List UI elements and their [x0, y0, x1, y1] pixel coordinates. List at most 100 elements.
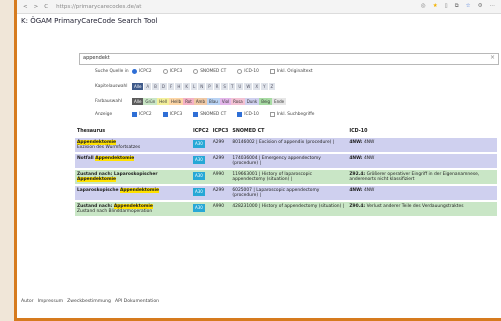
table-row[interactable]: Zustand nach: Laparoskopischer Appendekt… — [75, 168, 497, 185]
footer-link-author[interactable]: Autor — [21, 299, 34, 304]
chapter-button[interactable]: Y — [261, 83, 269, 90]
chapter-button[interactable]: S — [221, 83, 229, 90]
checkbox-icon[interactable] — [237, 112, 243, 117]
checkbox-icon[interactable] — [132, 112, 137, 117]
source-option-snomed[interactable]: SNOMED CT — [193, 69, 226, 74]
tabs-icon[interactable]: ⧉ — [455, 3, 459, 10]
address-bar[interactable]: https://primarycarecodes.de/at — [56, 4, 421, 10]
chapter-button[interactable]: H — [175, 83, 184, 90]
chapter-button[interactable]: F — [168, 83, 176, 90]
display-option-icpc3[interactable]: ICPC3 — [162, 112, 183, 117]
search-input-value: appendekt — [83, 55, 110, 61]
chapter-button[interactable]: D — [159, 83, 169, 90]
color-button[interactable]: Ende — [272, 98, 287, 105]
icpc2-code-badge[interactable]: A30 — [193, 140, 205, 148]
cell-icd10: 4NW: 4NW — [347, 184, 497, 201]
term-highlight: Appendektomie — [95, 156, 135, 161]
table-row[interactable]: Notfall Appendektomie A30 A299 174036004 | … — [75, 152, 497, 169]
table-row[interactable]: Laparoskopische Appendektomie A30 A299 6025… — [75, 184, 497, 201]
footer-link-api-docs[interactable]: API Dokumentation — [115, 299, 159, 304]
chapter-button[interactable]: B — [152, 83, 160, 90]
term-title: Notfall Appendektomie — [77, 156, 135, 161]
table-row[interactable]: Zustand nach: Appendektomie Zustand nach … — [75, 200, 497, 216]
icpc2-code-badge[interactable]: A30 — [193, 172, 205, 180]
chapter-button[interactable]: U — [236, 83, 245, 90]
chapter-button[interactable]: P — [206, 83, 214, 90]
checkbox-icon[interactable] — [269, 112, 275, 117]
sidebar-icon[interactable]: ▯ — [445, 3, 448, 10]
menu-icon[interactable]: ⋯ — [490, 3, 496, 10]
footer-link-purpose[interactable]: Zweckbestimmung — [67, 299, 111, 304]
icpc2-code-badge[interactable]: A30 — [193, 156, 205, 164]
chapter-button[interactable]: L — [190, 83, 199, 90]
chapter-button[interactable]: W — [244, 83, 254, 90]
cell-icpc3: A990 — [210, 200, 231, 216]
chapter-button[interactable]: A — [144, 83, 153, 90]
back-icon[interactable]: < — [23, 4, 28, 10]
color-button[interactable]: Amb — [193, 98, 207, 105]
color-button[interactable]: Hell — [157, 98, 169, 105]
chapter-button[interactable]: Z — [268, 83, 277, 90]
footer-link-imprint[interactable]: Impressum — [38, 299, 64, 304]
color-button[interactable]: Rot — [183, 98, 194, 105]
icpc2-code-badge[interactable]: A30 — [193, 188, 205, 196]
checkbox-icon[interactable] — [193, 112, 199, 117]
color-button[interactable]: Dunk — [244, 98, 260, 105]
source-option-icpc2[interactable]: ICPC2 — [132, 69, 152, 74]
option-label: ICPC3 — [169, 112, 183, 117]
radio-icon[interactable] — [162, 69, 168, 74]
color-button[interactable]: Viol — [219, 98, 232, 105]
icd-text: Verlust anderer Teile des Verdauungstrak… — [366, 204, 464, 209]
icpc2-code-badge[interactable]: A30 — [193, 204, 205, 212]
term-subtitle: Zustand nach Blinddarmoperation — [77, 209, 153, 214]
extensions-icon[interactable]: ⚙ — [478, 3, 483, 10]
chapter-button[interactable]: Alle — [132, 83, 145, 90]
radio-icon[interactable] — [193, 69, 199, 74]
option-label: ICPC2 — [139, 69, 152, 74]
results-table: Thesaurus ICPC2 ICPC3 SNOMED CT ICD-10 A… — [75, 127, 497, 216]
page-title-text: ÖGAM PrimaryCareCode Search Tool — [30, 17, 158, 25]
display-option-searchterms[interactable]: Inkl. Suchbegriffe — [269, 112, 314, 117]
chapter-buttons: Alle A B D F H K L N P R S T U W X Y Z — [132, 83, 277, 90]
table-row[interactable]: Appendektomie Exzision des Wurmfortsatzes… — [75, 136, 497, 153]
display-option-snomed[interactable]: SNOMED CT — [193, 112, 226, 117]
chapter-button[interactable]: N — [198, 83, 207, 90]
display-option-icd10[interactable]: ICD-10 — [237, 112, 259, 117]
checkbox-icon[interactable] — [162, 112, 168, 117]
source-option-original[interactable]: Inkl. Originaltext — [269, 69, 313, 74]
chapter-button[interactable]: R — [213, 83, 222, 90]
color-button[interactable]: Blau — [206, 98, 220, 105]
cell-icpc3: A299 — [210, 136, 231, 153]
source-option-icd10[interactable]: ICD-10 — [237, 69, 259, 74]
bookmark-star-icon[interactable]: ★ — [433, 3, 438, 10]
color-button[interactable]: Beig — [259, 98, 273, 105]
source-filter-row: Suche Quelle in ICPC2 ICPC3 SNOMED CT IC… — [95, 69, 321, 74]
forward-icon[interactable]: > — [34, 4, 39, 10]
location-icon[interactable]: ◎ — [421, 3, 426, 10]
display-option-icpc2[interactable]: ICPC2 — [132, 112, 152, 117]
col-header-thesaurus: Thesaurus — [75, 127, 191, 137]
color-button[interactable]: Rosa — [231, 98, 245, 105]
icd-code: 4NW: — [349, 188, 363, 193]
option-label: ICPC3 — [169, 69, 183, 74]
icd-code: 4NW: — [349, 156, 363, 161]
checkbox-icon[interactable] — [269, 69, 275, 74]
radio-icon[interactable] — [237, 69, 243, 74]
search-input[interactable]: appendekt × — [79, 53, 499, 65]
icd-text: 4NW — [363, 140, 375, 145]
chapter-button[interactable]: K — [183, 83, 191, 90]
color-button[interactable]: Hellb — [168, 98, 184, 105]
chapter-button[interactable]: X — [253, 83, 262, 90]
reload-icon[interactable]: C — [44, 4, 48, 10]
color-button[interactable]: Grün — [143, 98, 158, 105]
cell-icd10: 4NW: 4NW — [347, 152, 497, 169]
color-button[interactable]: Alle — [132, 98, 144, 105]
favorites-icon[interactable]: ☆ — [466, 3, 471, 10]
icd-code: 4NW: — [349, 140, 363, 145]
radio-icon[interactable] — [132, 69, 137, 74]
clear-search-icon[interactable]: × — [490, 54, 495, 61]
color-filter-row: Farbauswahl Alle Grün Hell Hellb Rot Amb Blau V… — [95, 98, 287, 105]
chapter-button[interactable]: T — [228, 83, 237, 90]
cell-thesaurus: Laparoskopische Appendektomie — [75, 184, 191, 201]
source-option-icpc3[interactable]: ICPC3 — [162, 69, 183, 74]
